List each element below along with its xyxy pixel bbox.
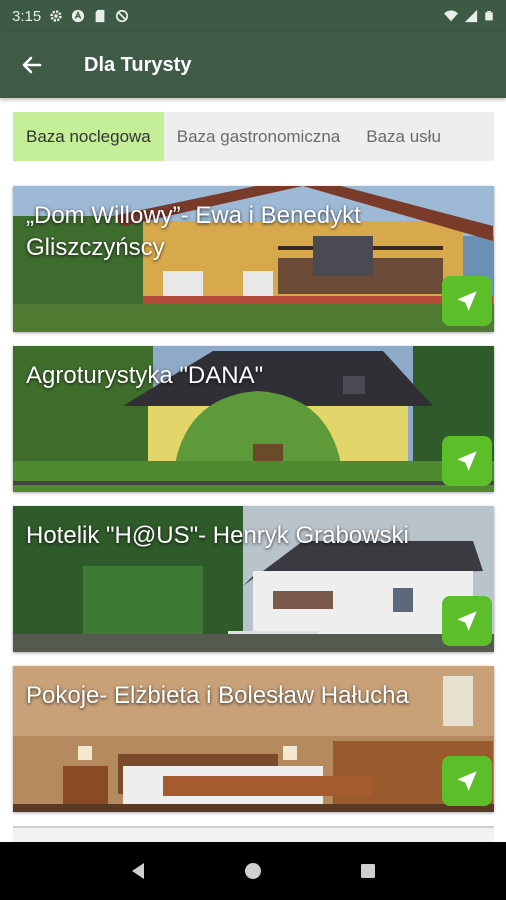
status-left: 3:15: [12, 8, 129, 25]
system-back-button[interactable]: [118, 851, 158, 891]
card-title: Hotelik "H@US"- Henryk Grabowski: [26, 522, 409, 549]
navigate-icon: [457, 611, 477, 631]
status-time: 3:15: [12, 7, 42, 25]
back-triangle-icon: [131, 863, 144, 879]
tab-baza-noclegowa[interactable]: Baza noclegowa: [13, 112, 164, 161]
home-circle-icon: [244, 863, 261, 879]
navigate-icon: [457, 291, 477, 311]
navigate-icon: [457, 451, 477, 471]
wifi-icon: [444, 10, 458, 22]
card-title: Pokoje- Elżbieta i Bolesław Hałucha: [26, 682, 409, 709]
list-item-partial: [13, 826, 494, 842]
system-recents-button[interactable]: [348, 851, 388, 891]
card-title: „Dom Willowy”- Ewa i Benedykt Gliszczyńs…: [26, 202, 361, 261]
signal-icon: [464, 9, 478, 23]
battery-icon: [485, 11, 493, 21]
location-a-icon: [72, 9, 85, 23]
system-nav-bar: [0, 842, 506, 900]
recents-square-icon: [361, 864, 376, 878]
back-button[interactable]: [0, 32, 64, 98]
list-item[interactable]: Agroturystyka "DANA": [13, 346, 494, 492]
category-tabs: Baza noclegowa Baza gastronomiczna Baza …: [13, 112, 494, 161]
sd-card-icon: [95, 9, 105, 23]
arrow-left-icon: [22, 56, 42, 74]
card-title: Agroturystyka "DANA": [26, 362, 264, 389]
navigate-button[interactable]: [442, 436, 492, 486]
tab-baza-uslug[interactable]: Baza usłu: [353, 112, 454, 161]
status-bar: 3:15: [0, 0, 506, 32]
page-title: Dla Turysty: [84, 53, 192, 76]
list-item[interactable]: Hotelik "H@US"- Henryk Grabowski: [13, 506, 494, 652]
app-bar: Dla Turysty: [0, 32, 506, 98]
no-entry-icon: [116, 9, 129, 23]
navigate-button[interactable]: [442, 756, 492, 806]
status-right: [444, 9, 494, 23]
navigate-icon: [457, 771, 477, 791]
gear-icon: [50, 10, 62, 22]
navigate-button[interactable]: [442, 596, 492, 646]
list-item[interactable]: Pokoje- Elżbieta i Bolesław Hałucha: [13, 666, 494, 812]
tab-baza-gastronomiczna[interactable]: Baza gastronomiczna: [164, 112, 353, 161]
navigate-button[interactable]: [442, 276, 492, 326]
system-home-button[interactable]: [233, 851, 273, 891]
list-item[interactable]: „Dom Willowy”- Ewa i Benedykt Gliszczyńs…: [13, 186, 494, 332]
